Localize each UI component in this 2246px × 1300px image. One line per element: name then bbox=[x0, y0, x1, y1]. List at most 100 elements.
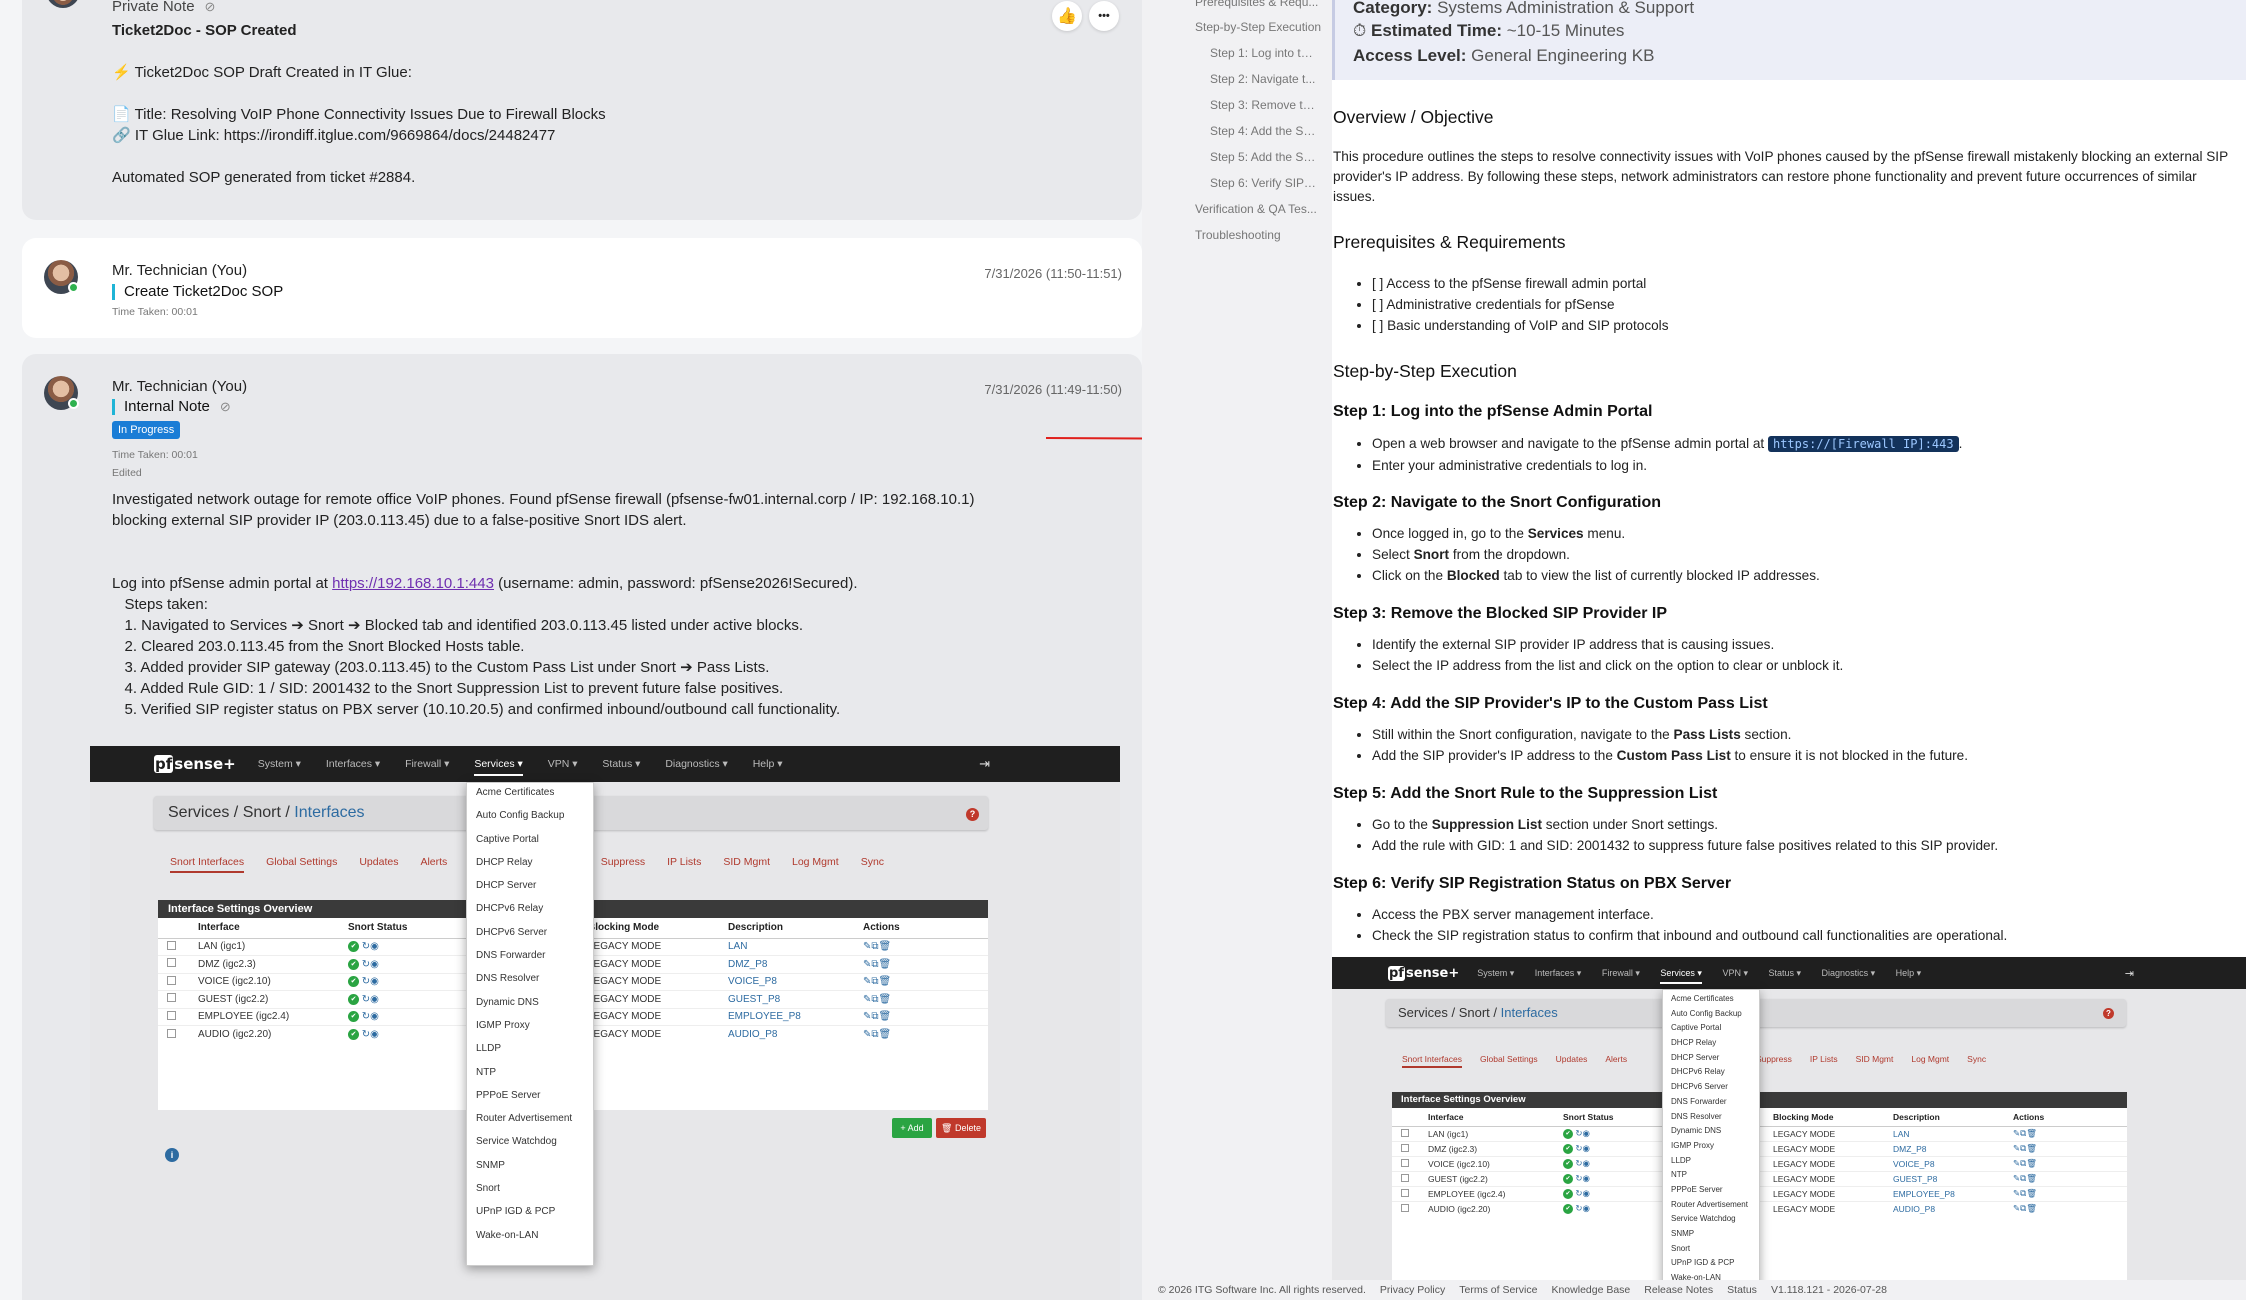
toc-item[interactable]: Step 5: Add the Sn... bbox=[1210, 150, 1316, 164]
target-icon[interactable]: ◉ bbox=[1583, 1188, 1590, 1198]
services-menu-item[interactable]: Wake-on-LAN bbox=[1663, 1273, 1759, 1280]
row-checkbox[interactable] bbox=[1401, 1173, 1409, 1182]
services-menu-item[interactable]: DHCPv6 Server bbox=[1663, 1082, 1759, 1097]
edit-actions-icons[interactable]: ✎⧉🗑 bbox=[2013, 1140, 2127, 1156]
services-menu-item[interactable]: SNMP bbox=[1663, 1229, 1759, 1244]
target-icon[interactable]: ◉ bbox=[370, 994, 379, 1005]
services-menu-item[interactable]: DHCPv6 Relay bbox=[1663, 1067, 1759, 1082]
tab-global-settings[interactable]: Global Settings bbox=[1480, 1054, 1538, 1068]
toc-item[interactable]: Step 4: Add the SI... bbox=[1210, 124, 1316, 138]
nav-services[interactable]: Services ▾ bbox=[474, 758, 523, 776]
tab-alerts[interactable]: Alerts bbox=[1605, 1054, 1627, 1068]
services-menu-item[interactable]: Router Advertisement bbox=[467, 1113, 593, 1136]
services-menu-item[interactable]: Auto Config Backup bbox=[467, 810, 593, 833]
nav-firewall[interactable]: Firewall ▾ bbox=[405, 758, 449, 770]
toc-item[interactable]: Verification & QA Tes... bbox=[1195, 202, 1325, 216]
row-checkbox[interactable] bbox=[167, 1028, 176, 1038]
services-menu-item[interactable]: DHCPv6 Server bbox=[467, 927, 593, 950]
nav-status[interactable]: Status ▾ bbox=[1768, 968, 1801, 978]
toc-item[interactable]: Step 3: Remove th... bbox=[1210, 98, 1316, 112]
thumbs-up-icon[interactable]: 👍 bbox=[1052, 1, 1082, 31]
toc-item[interactable]: Prerequisites & Requ... bbox=[1195, 0, 1325, 9]
target-icon[interactable]: ◉ bbox=[370, 1011, 379, 1022]
restart-icon[interactable]: ↻ bbox=[1575, 1173, 1582, 1183]
row-checkbox[interactable] bbox=[167, 1010, 176, 1020]
services-menu-item[interactable]: Service Watchdog bbox=[1663, 1214, 1759, 1229]
services-menu-item[interactable]: DHCP Server bbox=[1663, 1053, 1759, 1068]
services-menu-item[interactable]: SNMP bbox=[467, 1160, 593, 1183]
toc-item[interactable]: Step-by-Step Execution bbox=[1195, 20, 1325, 34]
services-menu-item[interactable]: Wake-on-LAN bbox=[467, 1230, 593, 1253]
services-menu-item[interactable]: Captive Portal bbox=[1663, 1023, 1759, 1038]
services-menu-item[interactable]: LLDP bbox=[1663, 1156, 1759, 1171]
row-checkbox[interactable] bbox=[1401, 1128, 1409, 1137]
note-line-4[interactable]: 🔗 IT Glue Link: https://irondiff.itglue.… bbox=[112, 125, 555, 146]
services-menu-item[interactable]: Dynamic DNS bbox=[1663, 1126, 1759, 1141]
tab-ip-lists[interactable]: IP Lists bbox=[667, 856, 701, 873]
restart-icon[interactable]: ↻ bbox=[1575, 1158, 1582, 1168]
services-menu-item[interactable]: Dynamic DNS bbox=[467, 997, 593, 1020]
edit-actions-icons[interactable]: ✎⧉🗑 bbox=[863, 1025, 988, 1043]
services-menu-item[interactable]: UPnP IGD & PCP bbox=[1663, 1258, 1759, 1273]
tab-snort-interfaces[interactable]: Snort Interfaces bbox=[170, 856, 245, 873]
edit-actions-icons[interactable]: ✎⧉🗑 bbox=[2013, 1155, 2127, 1171]
services-menu-item[interactable]: DNS Forwarder bbox=[1663, 1097, 1759, 1112]
tab-sid-mgmt[interactable]: SID Mgmt bbox=[723, 856, 770, 873]
services-menu-item[interactable]: Acme Certificates bbox=[1663, 994, 1759, 1009]
target-icon[interactable]: ◉ bbox=[1583, 1128, 1590, 1138]
tab-suppress[interactable]: Suppress bbox=[601, 856, 645, 873]
services-menu-item[interactable]: Router Advertisement bbox=[1663, 1200, 1759, 1215]
restart-icon[interactable]: ↻ bbox=[1575, 1128, 1582, 1138]
nav-system[interactable]: System ▾ bbox=[1477, 968, 1514, 978]
tab-global-settings[interactable]: Global Settings bbox=[266, 856, 337, 873]
edit-actions-icons[interactable]: ✎⧉🗑 bbox=[2013, 1125, 2127, 1141]
nav-diagnostics[interactable]: Diagnostics ▾ bbox=[665, 758, 727, 770]
services-menu-item[interactable]: DHCPv6 Relay bbox=[467, 903, 593, 926]
row-checkbox[interactable] bbox=[1401, 1203, 1409, 1212]
toc-item[interactable]: Step 1: Log into th... bbox=[1210, 46, 1316, 60]
restart-icon[interactable]: ↻ bbox=[362, 976, 370, 987]
edit-actions-icons[interactable]: ✎⧉🗑 bbox=[2013, 1185, 2127, 1201]
services-menu-item[interactable]: IGMP Proxy bbox=[467, 1020, 593, 1043]
tab-sync[interactable]: Sync bbox=[861, 856, 884, 873]
admin-portal-link[interactable]: https://192.168.10.1:443 bbox=[332, 575, 494, 592]
row-checkbox[interactable] bbox=[167, 993, 176, 1003]
tab-updates[interactable]: Updates bbox=[359, 856, 398, 873]
edit-actions-icons[interactable]: ✎⧉🗑 bbox=[863, 972, 988, 991]
row-checkbox[interactable] bbox=[1401, 1188, 1409, 1197]
target-icon[interactable]: ◉ bbox=[1583, 1173, 1590, 1183]
services-menu-item[interactable]: Snort bbox=[467, 1183, 593, 1206]
tab-sid-mgmt[interactable]: SID Mgmt bbox=[1856, 1054, 1894, 1068]
services-menu-item[interactable]: PPPoE Server bbox=[1663, 1185, 1759, 1200]
tab-log-mgmt[interactable]: Log Mgmt bbox=[792, 856, 839, 873]
row-checkbox[interactable] bbox=[167, 940, 176, 950]
target-icon[interactable]: ◉ bbox=[1583, 1143, 1590, 1153]
nav-interfaces[interactable]: Interfaces ▾ bbox=[326, 758, 380, 770]
services-menu-item[interactable]: UPnP IGD & PCP bbox=[467, 1206, 593, 1229]
toc-item[interactable]: Step 6: Verify SIP ... bbox=[1210, 176, 1316, 190]
toc-item[interactable]: Step 2: Navigate t... bbox=[1210, 72, 1316, 86]
restart-icon[interactable]: ↻ bbox=[362, 959, 370, 970]
nav-services[interactable]: Services ▾ bbox=[1660, 967, 1702, 984]
services-menu-item[interactable]: IGMP Proxy bbox=[1663, 1141, 1759, 1156]
breadcrumb-link[interactable]: Interfaces bbox=[1501, 1005, 1558, 1020]
nav-system[interactable]: System ▾ bbox=[258, 758, 301, 770]
nav-diagnostics[interactable]: Diagnostics ▾ bbox=[1822, 968, 1876, 978]
tab-suppress[interactable]: Suppress bbox=[1756, 1054, 1792, 1068]
edit-actions-icons[interactable]: ✎⧉🗑 bbox=[2013, 1200, 2127, 1216]
tab-updates[interactable]: Updates bbox=[1556, 1054, 1588, 1068]
services-menu-item[interactable]: Service Watchdog bbox=[467, 1136, 593, 1159]
help-icon[interactable]: ? bbox=[966, 808, 979, 821]
status-badge[interactable]: In Progress bbox=[112, 421, 181, 439]
restart-icon[interactable]: ↻ bbox=[1575, 1188, 1582, 1198]
add-button[interactable]: + Add bbox=[892, 1118, 932, 1138]
edit-actions-icons[interactable]: ✎⧉🗑 bbox=[863, 1007, 988, 1026]
services-menu-item[interactable]: DHCP Relay bbox=[467, 857, 593, 880]
footer-link-status[interactable]: Status bbox=[1727, 1284, 1757, 1296]
target-icon[interactable]: ◉ bbox=[370, 941, 379, 952]
target-icon[interactable]: ◉ bbox=[1583, 1158, 1590, 1168]
info-icon[interactable]: i bbox=[165, 1148, 179, 1162]
services-menu-item[interactable]: NTP bbox=[467, 1067, 593, 1090]
toc-item[interactable]: Troubleshooting bbox=[1195, 228, 1325, 242]
restart-icon[interactable]: ↻ bbox=[362, 1011, 370, 1022]
